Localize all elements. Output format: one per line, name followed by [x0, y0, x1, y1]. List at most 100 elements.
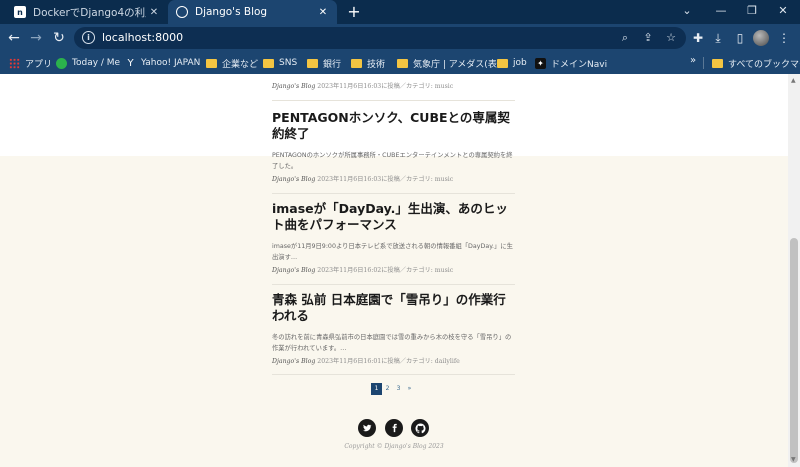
post-site-name: Django's Blog [272, 267, 316, 274]
bookmark-folder-amedas[interactable]: 気象庁 | アメダス(表... [397, 55, 505, 71]
bookmark-folder-job[interactable]: job [497, 55, 527, 71]
tab-strip: n DockerでDjango4の利用02:アプリ ✕ Django's Blo… [0, 0, 800, 24]
bookmark-label: ドメインNavi [551, 59, 608, 70]
bookmarks-divider [703, 57, 704, 69]
post-item: imaseが「DayDay.」生出演、あのヒット曲をパフォーマンス imaseが… [272, 201, 515, 274]
bookmark-yahoo[interactable]: Y Yahoo! JAPAN [125, 55, 200, 71]
folder-icon [497, 58, 508, 68]
bookmark-label: job [513, 58, 527, 68]
page-next[interactable]: » [404, 383, 415, 395]
close-tab-icon[interactable]: ✕ [146, 7, 162, 18]
folder-icon [397, 58, 408, 68]
folder-icon [263, 58, 274, 68]
bookmark-label: 企業など [222, 59, 259, 70]
page-scrollbar[interactable]: ▲ ▼ [788, 74, 800, 467]
post-title-link[interactable]: imaseが「DayDay.」生出演、あのヒット曲をパフォーマンス [272, 201, 515, 233]
bookmark-label: 技術 [367, 59, 386, 70]
post-summary: 冬の訪れを前に青森県弘前市の日本庭園では雪の重みから木の枝を守る「雪吊り」の作業… [272, 334, 512, 352]
post-site-name: Django's Blog [272, 358, 316, 365]
post-meta-detail: 2023年11月6日16:01に投稿／カテゴリ: dailylife [317, 358, 460, 365]
tab-title: DockerでDjango4の利用02:アプリ [33, 6, 146, 19]
globe-icon [176, 6, 188, 18]
post-meta: Django's Blog 2023年11月6日16:03に投稿／カテゴリ: m… [272, 81, 453, 90]
bookmark-apps[interactable]: アプリ [9, 55, 52, 71]
bookmarks-bar: アプリ Today / Me Y Yahoo! JAPAN 企業など SNS 銀… [0, 52, 800, 74]
zoom-search-icon[interactable]: ⌕ [617, 30, 633, 46]
share-icon[interactable]: ⇪ [640, 30, 656, 46]
close-window-button[interactable]: ✕ [768, 0, 798, 24]
bookmark-folder-kigyou[interactable]: 企業など [206, 55, 258, 71]
bookmark-folder-ginkou[interactable]: 銀行 [307, 55, 341, 71]
url-text: localhost:8000 [102, 31, 184, 44]
post-divider [272, 193, 515, 194]
post-meta: Django's Blog 2023年11月6日16:02に投稿／カテゴリ: m… [272, 265, 515, 274]
post-meta-detail: 2023年11月6日16:02に投稿／カテゴリ: music [317, 267, 454, 274]
post-meta-detail: 2023年11月6日16:03に投稿／カテゴリ: music [317, 176, 454, 183]
domain-navi-icon: ✦ [535, 57, 546, 69]
post-site-name: Django's Blog [272, 176, 316, 183]
scroll-down-arrow-icon[interactable]: ▼ [791, 456, 796, 463]
bookmark-label: SNS [279, 58, 298, 68]
github-icon[interactable] [411, 419, 429, 437]
post-summary: PENTAGONのホンソクが所属事務所・CUBEエンターテインメントとの専属契約… [272, 152, 513, 170]
post-meta: Django's Blog 2023年11月6日16:01に投稿／カテゴリ: d… [272, 356, 515, 365]
scroll-up-arrow-icon[interactable]: ▲ [791, 77, 796, 84]
back-arrow-icon[interactable]: ← [4, 28, 24, 48]
post-title-link[interactable]: 青森 弘前 日本庭園で「雪吊り」の作業行われる [272, 292, 515, 324]
scrollbar-thumb[interactable] [790, 238, 798, 463]
bookmark-label: アプリ [25, 59, 53, 70]
bookmark-folder-sns[interactable]: SNS [263, 55, 297, 71]
bookmark-label: Today / Me [72, 58, 121, 68]
post-item: PENTAGONホンソク、CUBEとの専属契約終了 PENTAGONのホンソクが… [272, 110, 515, 183]
browser-toolbar: ← → ↻ i localhost:8000 ⌕ ⇪ ☆ ✚ ⤓ ▯ ⋮ [0, 24, 800, 52]
bookmark-folder-gijutsu[interactable]: 技術 [351, 55, 385, 71]
folder-icon [712, 58, 723, 68]
minimize-button[interactable]: — [706, 0, 736, 24]
folder-icon [307, 58, 318, 68]
restore-button[interactable]: ❐ [737, 0, 767, 24]
tab-search-icon[interactable]: ⌄ [672, 0, 702, 24]
tab-title: Django's Blog [195, 6, 268, 18]
page-link-3[interactable]: 3 [393, 383, 404, 395]
bookmark-label: すべてのブックマーク [728, 59, 800, 70]
address-bar[interactable]: i localhost:8000 ⌕ ⇪ ☆ [74, 27, 686, 49]
tab-djangos-blog[interactable]: Django's Blog ✕ [168, 0, 337, 24]
post-divider [272, 374, 515, 375]
bookmark-label: 銀行 [323, 59, 342, 70]
folder-icon [206, 58, 217, 68]
bookmarks-overflow-button[interactable]: » [690, 55, 696, 66]
close-tab-icon[interactable]: ✕ [315, 7, 331, 18]
twitter-icon[interactable] [358, 419, 376, 437]
post-site-name: Django's Blog [272, 83, 316, 90]
page-viewport: Django's Blog 2023年11月6日16:03に投稿／カテゴリ: m… [0, 74, 788, 467]
new-tab-button[interactable]: + [345, 2, 363, 22]
side-panel-icon[interactable]: ▯ [730, 28, 750, 48]
menu-kebab-icon[interactable]: ⋮ [774, 28, 794, 48]
green-chevron-icon [56, 57, 67, 69]
profile-avatar[interactable] [753, 30, 769, 46]
reload-icon[interactable]: ↻ [49, 28, 69, 48]
site-info-icon[interactable]: i [82, 31, 95, 44]
all-bookmarks-folder[interactable]: すべてのブックマーク [712, 55, 800, 71]
post-divider [272, 284, 515, 285]
pagination: 1 2 3 » [371, 383, 415, 395]
bookmark-star-icon[interactable]: ☆ [663, 30, 679, 46]
download-icon[interactable]: ⤓ [708, 28, 728, 48]
bookmark-today-me[interactable]: Today / Me [56, 55, 120, 71]
copyright-text: Copyright © Django's Blog 2023 [344, 443, 444, 450]
tab-docker-django[interactable]: n DockerでDjango4の利用02:アプリ ✕ [6, 0, 168, 24]
bookmark-domain-navi[interactable]: ✦ ドメインNavi [535, 55, 607, 71]
page-link-2[interactable]: 2 [382, 383, 393, 395]
post-title-link[interactable]: PENTAGONホンソク、CUBEとの専属契約終了 [272, 110, 515, 142]
folder-icon [351, 58, 362, 68]
n-favicon-icon: n [14, 6, 26, 18]
post-summary: imaseが11月9日9:00より日本テレビ系で放送される朝の情報番組「DayD… [272, 243, 513, 261]
forward-arrow-icon[interactable]: → [26, 28, 46, 48]
bookmark-label: 気象庁 | アメダス(表... [413, 59, 506, 70]
post-meta-detail: 2023年11月6日16:03に投稿／カテゴリ: music [317, 83, 454, 90]
post-meta: Django's Blog 2023年11月6日16:03に投稿／カテゴリ: m… [272, 174, 515, 183]
facebook-icon[interactable] [385, 419, 403, 437]
post-divider [272, 100, 515, 101]
page-link-1[interactable]: 1 [371, 383, 382, 395]
extensions-puzzle-icon[interactable]: ✚ [688, 28, 708, 48]
